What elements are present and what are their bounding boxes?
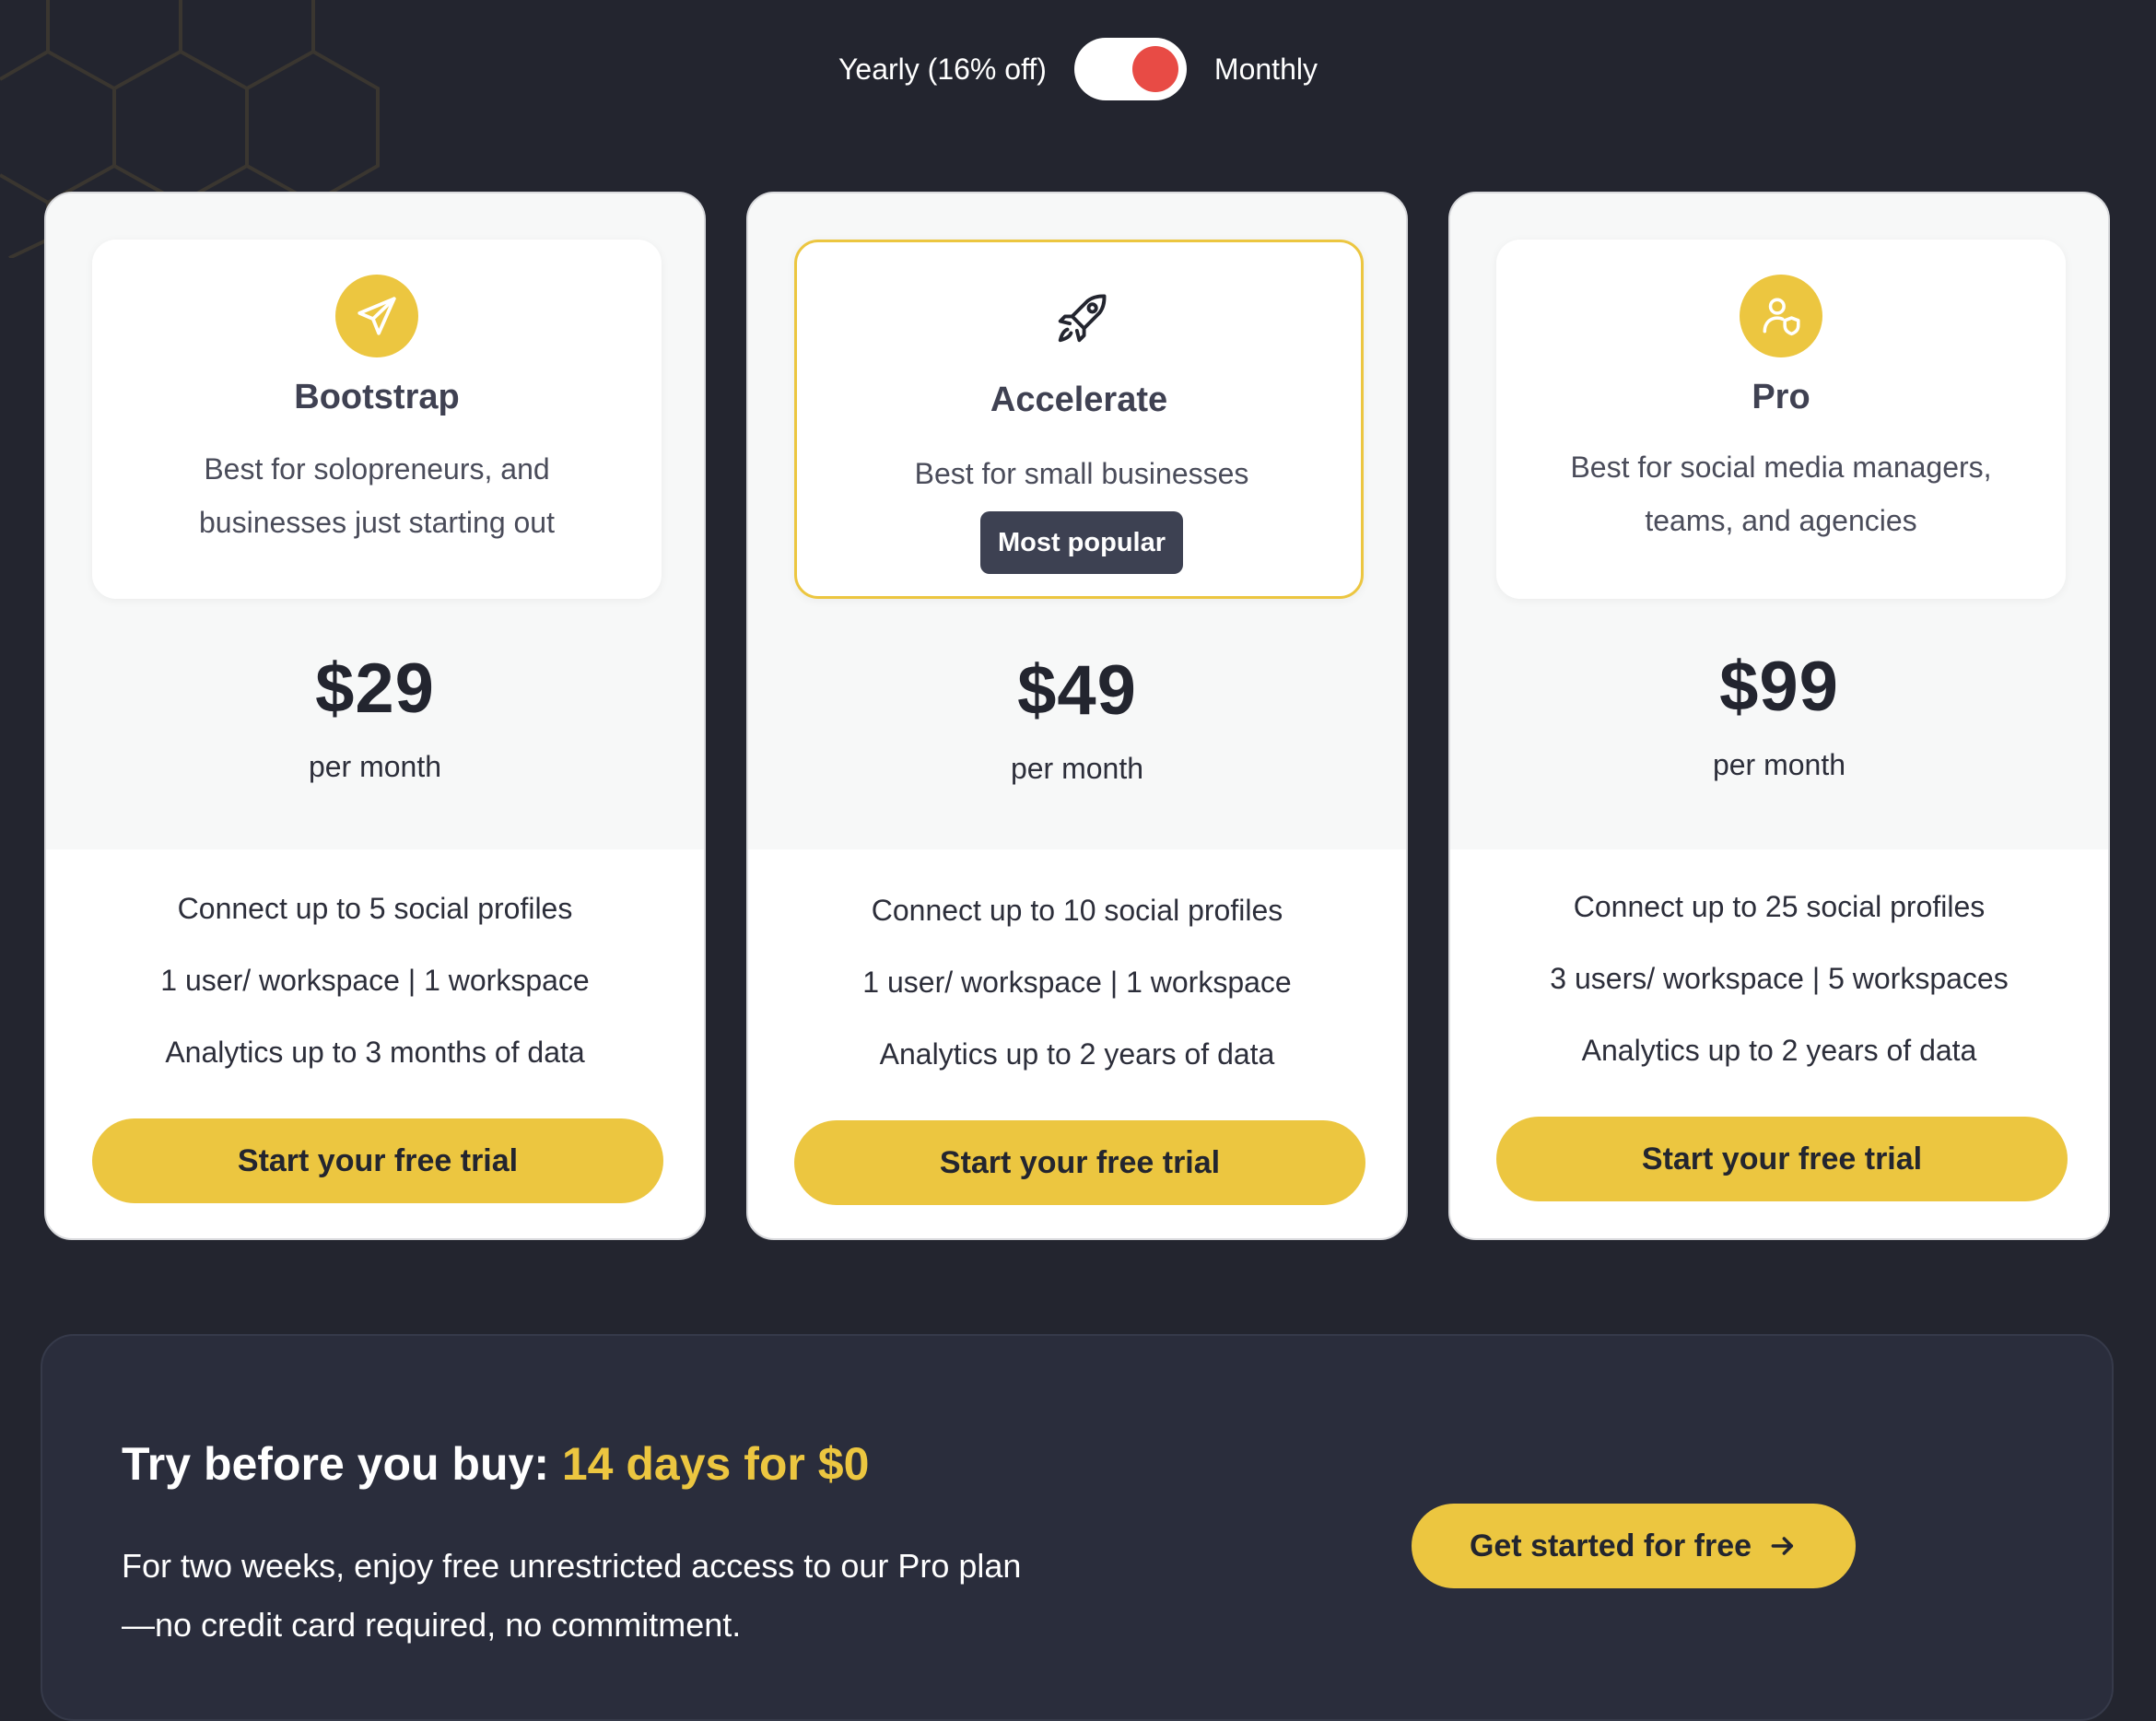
pricing-plans: Bootstrap Best for solopreneurs, and bus…	[44, 192, 2112, 1242]
start-free-trial-button[interactable]: Start your free trial	[92, 1118, 663, 1203]
feature-list: Connect up to 10 social profiles 1 user/…	[748, 888, 1406, 1104]
plan-card-accelerate: Accelerate Best for small businesses Mos…	[746, 192, 1408, 1240]
feature-item: 1 user/ workspace | 1 workspace	[160, 964, 590, 997]
plan-description: Best for social media managers, teams, a…	[1570, 451, 1992, 537]
feature-item: Connect up to 25 social profiles	[1573, 890, 1986, 923]
trial-title: Try before you buy: 14 days for $0	[122, 1437, 869, 1491]
arrow-right-icon	[1768, 1531, 1798, 1561]
toggle-knob	[1131, 46, 1178, 92]
plan-header: Pro Best for social media managers, team…	[1496, 240, 2066, 599]
monthly-label[interactable]: Monthly	[1214, 53, 1318, 87]
plan-header: Accelerate Best for small businesses Mos…	[794, 240, 1364, 599]
plan-card-pro: Pro Best for social media managers, team…	[1448, 192, 2110, 1240]
plan-header: Bootstrap Best for solopreneurs, and bus…	[92, 240, 662, 599]
plan-period: per month	[1010, 752, 1144, 785]
plan-period: per month	[1712, 748, 1846, 781]
plan-price: $29	[315, 650, 435, 728]
feature-list: Connect up to 25 social profiles 3 users…	[1450, 884, 2108, 1100]
feature-list: Connect up to 5 social profiles 1 user/ …	[46, 886, 704, 1102]
feature-item: Connect up to 5 social profiles	[177, 892, 573, 925]
free-trial-panel: Try before you buy: 14 days for $0 For t…	[41, 1334, 2114, 1721]
feature-item: Analytics up to 2 years of data	[1581, 1034, 1977, 1067]
feature-item: 3 users/ workspace | 5 workspaces	[1550, 962, 2009, 995]
start-free-trial-button[interactable]: Start your free trial	[794, 1120, 1365, 1205]
plan-name: Pro	[1752, 378, 1810, 416]
billing-period-toggle[interactable]	[1073, 38, 1187, 100]
plan-name: Bootstrap	[294, 378, 460, 416]
trial-title-prefix: Try before you buy:	[122, 1438, 562, 1490]
paper-plane-icon	[335, 275, 418, 357]
feature-item: Connect up to 10 social profiles	[871, 894, 1283, 927]
yearly-label[interactable]: Yearly (16% off)	[838, 53, 1047, 87]
plan-period: per month	[308, 750, 442, 783]
plan-price: $49	[1017, 651, 1137, 730]
get-started-free-button[interactable]: Get started for free	[1412, 1504, 1856, 1588]
plan-name: Accelerate	[990, 380, 1168, 419]
trial-title-highlight: 14 days for $0	[561, 1438, 870, 1490]
trial-description: For two weeks, enjoy free unrestricted a…	[122, 1547, 1022, 1644]
rocket-icon	[1040, 277, 1123, 360]
get-started-label: Get started for free	[1469, 1528, 1752, 1563]
most-popular-badge: Most popular	[980, 511, 1183, 574]
plan-card-bootstrap: Bootstrap Best for solopreneurs, and bus…	[44, 192, 706, 1240]
feature-item: Analytics up to 2 years of data	[879, 1037, 1275, 1071]
billing-toggle: Yearly (16% off) Monthly	[0, 35, 2156, 103]
plan-price: $99	[1719, 648, 1839, 726]
feature-item: 1 user/ workspace | 1 workspace	[862, 966, 1292, 999]
feature-item: Analytics up to 3 months of data	[165, 1036, 585, 1069]
plan-description: Best for solopreneurs, and businesses ju…	[199, 452, 555, 539]
start-free-trial-button[interactable]: Start your free trial	[1496, 1117, 2068, 1201]
user-shield-icon	[1740, 275, 1822, 357]
plan-description: Best for small businesses	[914, 457, 1249, 490]
